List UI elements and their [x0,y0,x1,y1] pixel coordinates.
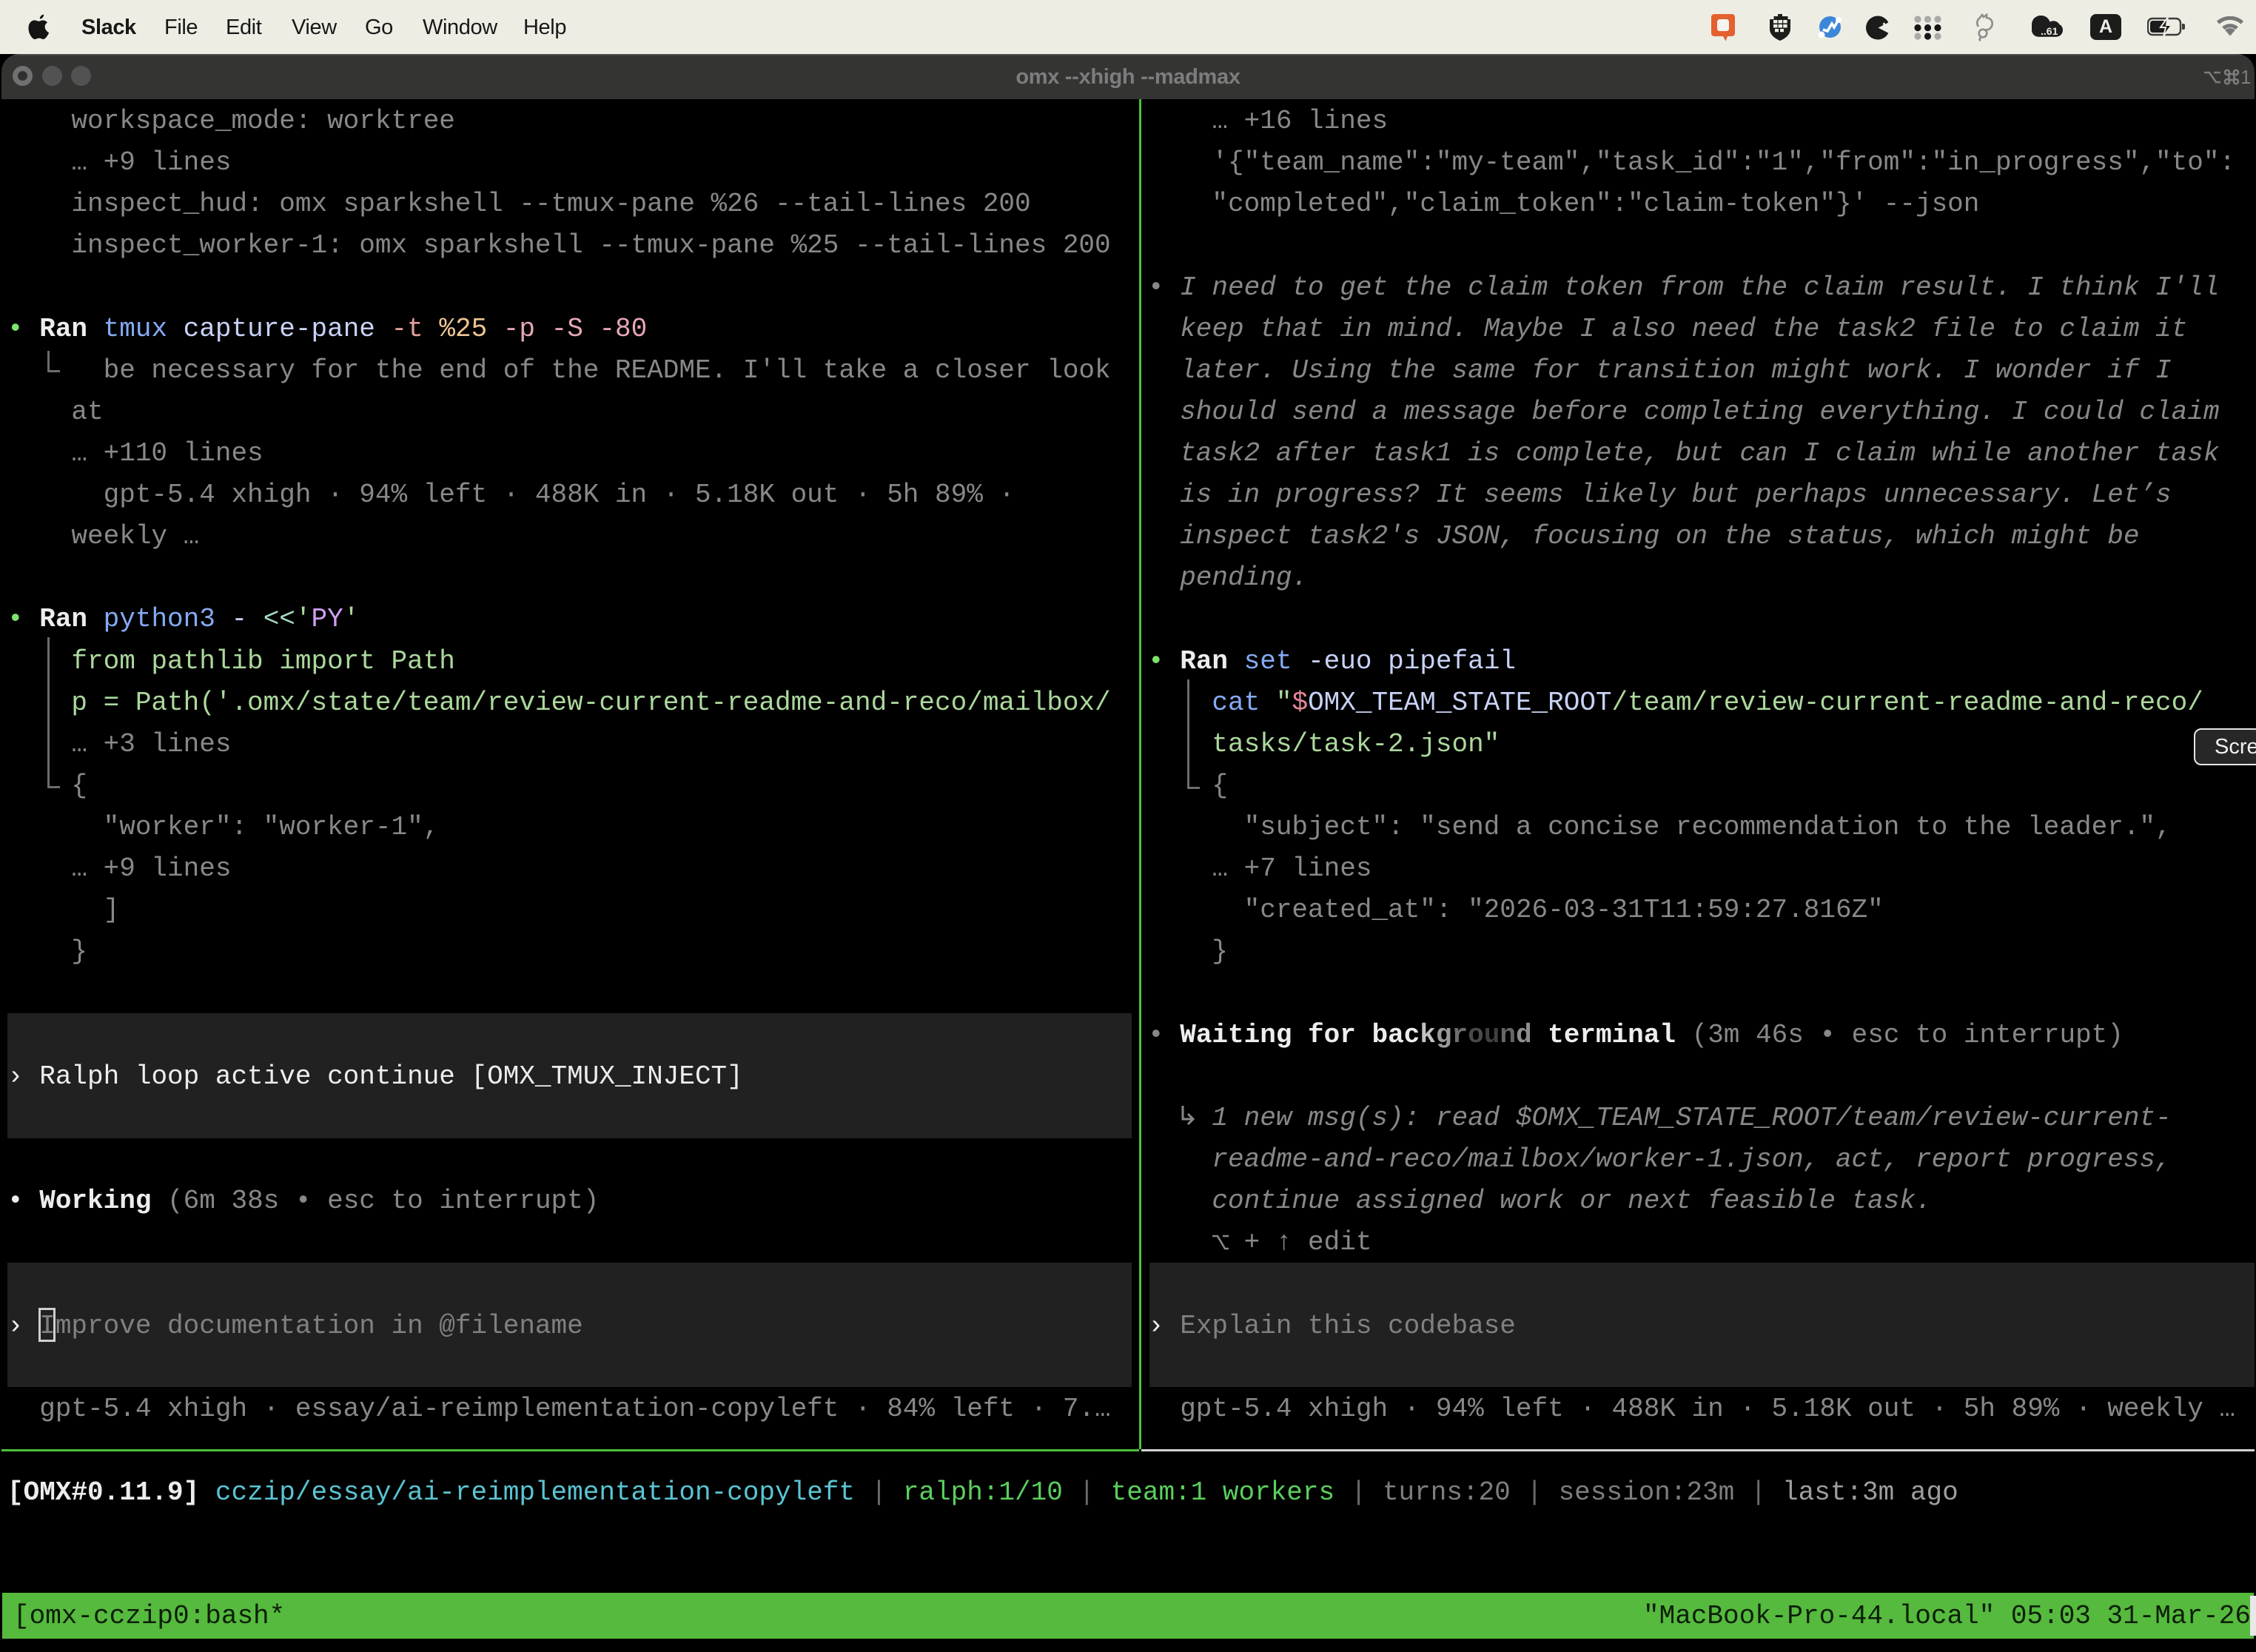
svg-text:1: 1 [2240,66,2251,88]
svg-text:..61: ..61 [2041,25,2058,37]
